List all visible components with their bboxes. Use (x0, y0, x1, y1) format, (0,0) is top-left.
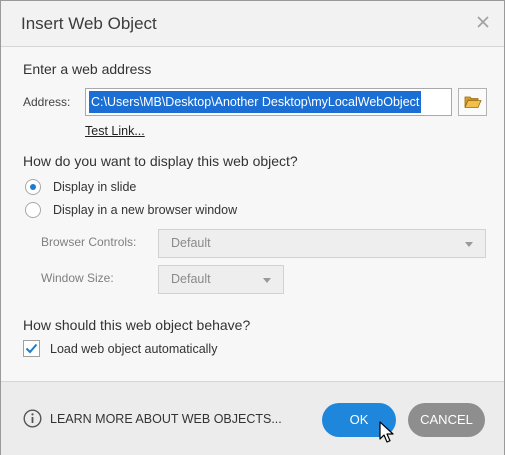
behave-heading: How should this web object behave? (23, 317, 251, 333)
address-heading: Enter a web address (23, 61, 152, 77)
radio-button[interactable] (25, 202, 41, 218)
radio-label: Display in a new browser window (53, 203, 238, 217)
display-heading: How do you want to display this web obje… (23, 153, 298, 169)
title-bar: Insert Web Object (1, 1, 504, 47)
insert-web-object-dialog: Insert Web Object Enter a web address Ad… (0, 0, 505, 455)
browser-controls-select[interactable]: Default (158, 229, 486, 258)
radio-display-new-window[interactable]: Display in a new browser window (25, 202, 237, 218)
browser-controls-label: Browser Controls: (41, 235, 137, 249)
address-field[interactable]: C:\Users\MB\Desktop\Another Desktop\myLo… (85, 88, 452, 116)
radio-button[interactable] (25, 179, 41, 195)
learn-more-link[interactable]: LEARN MORE ABOUT WEB OBJECTS... (50, 412, 282, 426)
checkmark-icon (25, 343, 38, 354)
load-automatically-checkbox[interactable] (23, 340, 40, 357)
window-size-value: Default (171, 272, 211, 286)
chevron-down-icon (263, 278, 271, 283)
browse-button[interactable] (458, 88, 487, 116)
test-link[interactable]: Test Link... (85, 124, 145, 138)
load-automatically-label: Load web object automatically (50, 341, 218, 356)
radio-selected-dot (30, 184, 36, 190)
folder-open-icon (463, 96, 482, 108)
address-value[interactable]: C:\Users\MB\Desktop\Another Desktop\myLo… (89, 91, 422, 113)
address-label: Address: (23, 95, 71, 109)
close-button[interactable] (472, 11, 494, 33)
close-icon (477, 16, 489, 28)
browser-controls-value: Default (171, 236, 211, 250)
load-automatically-option[interactable]: Load web object automatically (23, 340, 217, 357)
radio-display-in-slide[interactable]: Display in slide (25, 179, 136, 195)
mouse-cursor-icon (379, 421, 394, 443)
dialog-title: Insert Web Object (21, 14, 157, 33)
window-size-select[interactable]: Default (158, 265, 284, 294)
window-size-label: Window Size: (41, 271, 114, 285)
cancel-button[interactable]: CANCEL (408, 403, 485, 437)
dialog-footer: LEARN MORE ABOUT WEB OBJECTS... OK CANCE… (1, 381, 504, 455)
radio-label: Display in slide (53, 180, 137, 194)
info-icon (23, 409, 42, 428)
chevron-down-icon (465, 242, 473, 247)
